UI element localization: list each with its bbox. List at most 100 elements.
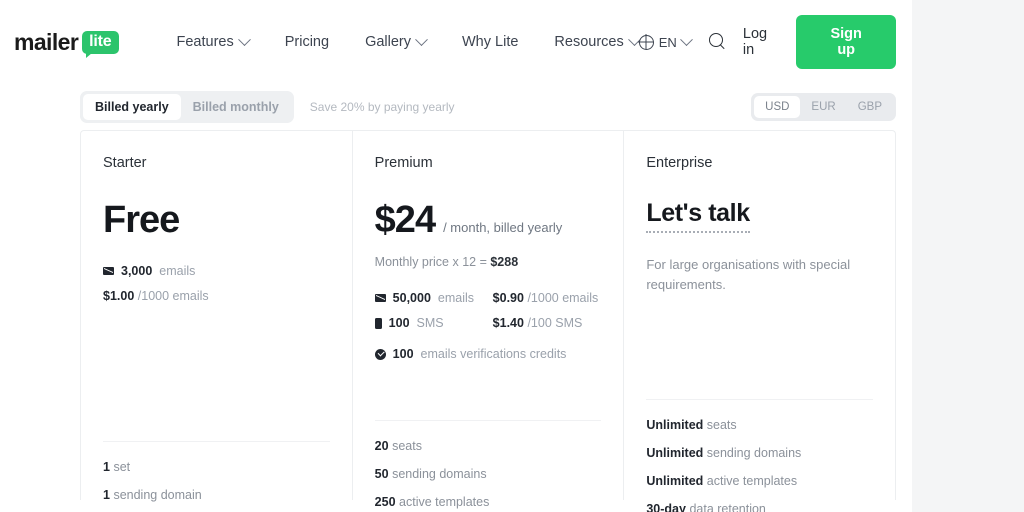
logo-badge: lite <box>82 30 119 58</box>
spec-rate-unit: /1000 emails <box>527 291 599 305</box>
feature-item: 50 sending domains <box>375 467 602 481</box>
currency-switch: USD EUR GBP <box>751 93 896 121</box>
card-divider <box>646 399 874 400</box>
spec-value: 100 <box>388 316 410 330</box>
logo[interactable]: mailer lite <box>14 28 119 58</box>
nav-item-features[interactable]: Features <box>176 32 251 50</box>
nav-label: Gallery <box>365 34 411 50</box>
feature-label: seats <box>706 418 737 432</box>
feature-value: Unlimited <box>646 418 704 432</box>
plan-name: Enterprise <box>646 155 713 171</box>
chevron-down-icon <box>415 32 428 46</box>
plan-name: Starter <box>103 155 147 171</box>
plan-specs: 50,000 emails $0.90 /1000 emails 100 SMS <box>374 291 602 411</box>
language-label: EN <box>658 34 677 50</box>
spec-emails: 50,000 emails $0.90 /1000 emails <box>374 291 602 305</box>
nav-label: Why Lite <box>462 34 519 50</box>
chevron-down-icon <box>237 32 251 46</box>
pricing-table: Starter Free 3,000 emails $1.00 /1000 em… <box>80 130 896 512</box>
plan-price-row: Let's talk <box>646 199 873 233</box>
spec-value: 50,000 <box>392 291 431 305</box>
currency-option-gbp[interactable]: GBP <box>847 96 893 118</box>
feature-label: active templates <box>706 474 798 488</box>
feature-value: 250 <box>374 495 396 509</box>
spec-rate: $1.40 /100 SMS <box>493 316 583 330</box>
nav-label: Resources <box>554 34 624 50</box>
nav-item-resources[interactable]: Resources <box>554 32 641 50</box>
contact-sales-link[interactable]: Let's talk <box>646 199 750 233</box>
feature-label: active templates <box>399 495 490 509</box>
spec-unit: SMS <box>416 316 444 330</box>
feature-value: 30-day <box>646 502 686 512</box>
feature-value: 50 <box>374 467 389 481</box>
currency-option-usd[interactable]: USD <box>754 96 801 118</box>
plan-name: Premium <box>374 155 433 171</box>
spec-left: 3,000 emails <box>103 264 221 278</box>
feature-label: data retention <box>689 502 766 512</box>
spec-unit: emails verifications credits <box>420 347 567 361</box>
signup-button[interactable]: Sign up <box>796 15 896 69</box>
spec-unit: emails <box>159 264 196 278</box>
plan-card-enterprise: Enterprise Let's talk For large organisa… <box>624 131 895 512</box>
feature-label: sending domains <box>706 446 802 460</box>
nav-label: Pricing <box>284 34 330 50</box>
plan-price-row: $24 / month, billed yearly <box>375 199 602 242</box>
sms-icon <box>374 317 382 329</box>
feature-label: sending domains <box>392 467 487 481</box>
logo-wordmark: mailer <box>14 28 79 55</box>
plan-monthly-note: Monthly price x 12 = $288 <box>375 255 602 269</box>
spec-left: 100 emails verifications credits <box>374 347 567 361</box>
globe-icon <box>638 34 654 50</box>
feature-label: seats <box>392 439 422 453</box>
spec-value: 3,000 <box>121 264 153 278</box>
chevron-down-icon <box>679 32 693 46</box>
card-divider <box>103 441 330 442</box>
plan-price: Free <box>103 199 180 241</box>
feature-item: Unlimited active templates <box>646 474 873 488</box>
plan-specs: 3,000 emails $1.00 /1000 emails <box>103 264 330 384</box>
feature-label: sending domain <box>113 488 202 502</box>
spec-value: 100 <box>392 347 414 361</box>
nav-item-pricing[interactable]: Pricing <box>285 34 329 50</box>
feature-item: 30-day data retention <box>646 502 873 512</box>
billing-option-yearly[interactable]: Billed yearly <box>83 94 181 120</box>
pricing-page: mailer lite Features Pricing Gallery Why… <box>0 0 912 512</box>
plan-price-suffix: / month, billed yearly <box>443 220 563 235</box>
feature-value: Unlimited <box>646 446 704 460</box>
monthly-note-value: $288 <box>490 255 519 269</box>
spec-left: 100 SMS <box>374 316 493 330</box>
feature-item: Unlimited sending domains <box>646 446 873 460</box>
spec-verifications: 100 emails verifications credits <box>374 347 602 361</box>
plan-price-row: Free <box>103 199 330 242</box>
plan-card-starter: Starter Free 3,000 emails $1.00 /1000 em… <box>81 131 353 502</box>
currency-option-eur[interactable]: EUR <box>800 96 846 118</box>
spec-rate: $0.90 /1000 emails <box>493 291 599 305</box>
nav-item-gallery[interactable]: Gallery <box>365 32 428 50</box>
extra-price-unit: /1000 emails <box>137 289 209 303</box>
login-link[interactable]: Log in <box>743 26 778 58</box>
monthly-note-prefix: Monthly price x 12 = <box>374 255 491 269</box>
nav-label: Features <box>176 34 234 50</box>
billing-option-monthly[interactable]: Billed monthly <box>181 94 291 120</box>
spec-rate-unit: /100 SMS <box>527 316 583 330</box>
feature-value: Unlimited <box>646 474 704 488</box>
nav-item-why-lite[interactable]: Why Lite <box>462 34 518 50</box>
feature-item: 250 active templates <box>375 495 602 509</box>
spec-left: 50,000 emails <box>374 291 493 305</box>
spec-emails: 3,000 emails <box>103 264 330 278</box>
language-selector[interactable]: EN <box>638 32 693 50</box>
header-actions: EN Log in Sign up <box>638 15 896 69</box>
envelope-icon <box>103 267 114 275</box>
envelope-icon <box>374 294 386 302</box>
feature-item: Unlimited seats <box>646 418 873 432</box>
feature-label: set <box>113 460 131 474</box>
plan-card-premium: Premium $24 / month, billed yearly Month… <box>353 131 625 509</box>
feature-item: 20 seats <box>375 439 602 453</box>
spec-rate-value: $0.90 <box>492 291 524 305</box>
search-icon[interactable] <box>708 33 725 51</box>
card-divider <box>374 420 602 421</box>
site-header: mailer lite Features Pricing Gallery Why… <box>0 0 912 84</box>
spec-sms: 100 SMS $1.40 /100 SMS <box>374 316 602 330</box>
billing-toolbar: Billed yearly Billed monthly Save 20% by… <box>0 84 912 130</box>
feature-item: 1 set <box>103 460 330 474</box>
